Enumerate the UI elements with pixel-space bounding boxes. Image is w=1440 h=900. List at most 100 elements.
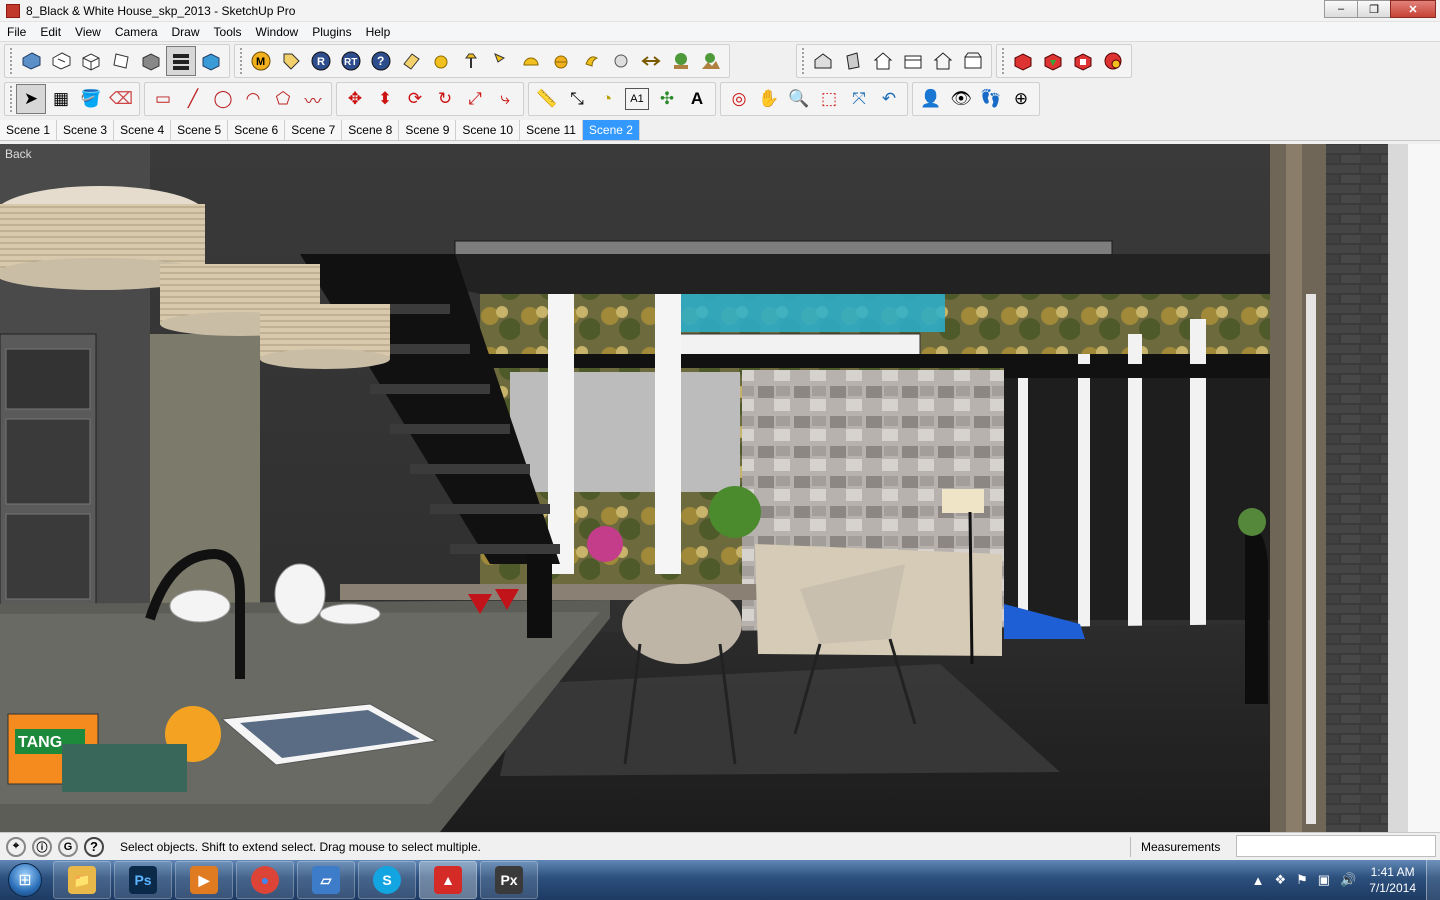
ruby-2-icon[interactable] <box>1038 46 1068 76</box>
toolbar-grip[interactable] <box>1002 48 1006 74</box>
maximize-button[interactable]: ❐ <box>1357 0 1391 18</box>
3d-text-tool-icon[interactable]: A <box>682 84 712 114</box>
toolbar-grip[interactable] <box>10 86 14 112</box>
polygon-tool-icon[interactable]: ⬠ <box>268 84 298 114</box>
pan-tool-icon[interactable]: ✋ <box>754 84 784 114</box>
house-iso-icon[interactable] <box>808 46 838 76</box>
toolbar-grip[interactable] <box>240 48 244 74</box>
house-outline-icon[interactable] <box>928 46 958 76</box>
top-view-icon[interactable] <box>106 46 136 76</box>
eraser-plugin-icon[interactable] <box>396 46 426 76</box>
taskbar-photoshop[interactable]: Ps <box>114 861 172 899</box>
sphere-icon[interactable] <box>426 46 456 76</box>
taskbar-file[interactable]: ▱ <box>297 861 355 899</box>
zoom-tool-icon[interactable]: 🔍 <box>784 84 814 114</box>
eraser-icon[interactable]: ⌫ <box>106 84 136 114</box>
scene-tab[interactable]: Scene 4 <box>114 120 172 140</box>
walk-tool-icon[interactable]: 👣 <box>976 84 1006 114</box>
help-icon[interactable]: ? <box>84 836 104 857</box>
house-back-icon[interactable] <box>958 46 988 76</box>
scene-tab[interactable]: Scene 8 <box>342 120 400 140</box>
r-plugin-icon[interactable]: R <box>306 46 336 76</box>
zoom-window-icon[interactable]: ⬚ <box>814 84 844 114</box>
model-viewport[interactable]: Back TANG <box>0 144 1440 832</box>
line-tool-icon[interactable]: ╱ <box>178 84 208 114</box>
position-camera-icon[interactable]: 👤 <box>916 84 946 114</box>
section-plane-icon[interactable]: ⊕ <box>1006 84 1036 114</box>
menu-tools[interactable]: Tools <box>207 25 249 39</box>
make-component-icon[interactable]: ▦ <box>46 84 76 114</box>
volume-icon[interactable]: 🔊 <box>1340 872 1356 888</box>
dropbox-icon[interactable]: ❖ <box>1274 872 1286 888</box>
front-view-icon[interactable] <box>136 46 166 76</box>
share-model-icon[interactable] <box>46 46 76 76</box>
house-top-icon[interactable] <box>898 46 928 76</box>
flag-icon[interactable]: ⚑ <box>1296 872 1308 888</box>
lamp-icon[interactable] <box>456 46 486 76</box>
arrows-icon[interactable] <box>636 46 666 76</box>
taskbar-chrome[interactable]: ● <box>236 861 294 899</box>
scene-tab[interactable]: Scene 3 <box>57 120 115 140</box>
menu-window[interactable]: Window <box>249 25 306 39</box>
text-tool-icon[interactable]: A1 <box>625 88 649 110</box>
select-tool-icon[interactable]: ➤ <box>16 84 46 114</box>
protractor-tool-icon[interactable]: ◔ <box>592 84 622 114</box>
rectangle-tool-icon[interactable]: ▭ <box>148 84 178 114</box>
house-side-icon[interactable] <box>838 46 868 76</box>
circle-tool-icon[interactable]: ◯ <box>208 84 238 114</box>
outliner-icon[interactable] <box>196 46 226 76</box>
taskbar-px[interactable]: Px <box>480 861 538 899</box>
menu-edit[interactable]: Edit <box>33 25 68 39</box>
arc-tool-icon[interactable]: ◠ <box>238 84 268 114</box>
scene-tab[interactable]: Scene 7 <box>285 120 343 140</box>
tape-measure-icon[interactable]: 📏 <box>532 84 562 114</box>
scene-tab[interactable]: Scene 11 <box>520 120 583 140</box>
moon-icon[interactable] <box>576 46 606 76</box>
start-button[interactable]: ⊞ <box>0 860 50 900</box>
toolbar-grip[interactable] <box>10 48 14 74</box>
taskbar-sketchup[interactable]: ▲ <box>419 861 477 899</box>
layers-icon[interactable] <box>166 46 196 76</box>
half-sphere-icon[interactable] <box>546 46 576 76</box>
spotlight-icon[interactable] <box>486 46 516 76</box>
offset-tool-icon[interactable]: ⤷ <box>490 84 520 114</box>
scene-tab-active[interactable]: Scene 2 <box>582 120 640 140</box>
toolbar-grip[interactable] <box>802 48 806 74</box>
tray-expand-icon[interactable]: ▲ <box>1252 873 1265 888</box>
scene-tab[interactable]: Scene 10 <box>456 120 521 140</box>
close-button[interactable]: ✕ <box>1390 0 1436 18</box>
iso-view-icon[interactable] <box>76 46 106 76</box>
taskbar-media-player[interactable]: ▶ <box>175 861 233 899</box>
taskbar-explorer[interactable]: 📁 <box>53 861 111 899</box>
help-plugin-icon[interactable]: ? <box>366 46 396 76</box>
menu-plugins[interactable]: Plugins <box>305 25 358 39</box>
signin-icon[interactable]: G <box>58 836 78 857</box>
scene-tab[interactable]: Scene 6 <box>228 120 286 140</box>
ruby-3-icon[interactable] <box>1068 46 1098 76</box>
push-pull-tool-icon[interactable]: ⬍ <box>370 84 400 114</box>
paint-bucket-icon[interactable]: 🪣 <box>76 84 106 114</box>
measurements-input[interactable] <box>1236 835 1436 857</box>
move-tool-icon[interactable]: ✥ <box>340 84 370 114</box>
house-front-icon[interactable] <box>868 46 898 76</box>
rt-plugin-icon[interactable]: RT <box>336 46 366 76</box>
zoom-extents-icon[interactable]: ⤧ <box>844 84 874 114</box>
get-models-icon[interactable] <box>16 46 46 76</box>
tree-icon[interactable] <box>666 46 696 76</box>
taskbar-skype[interactable]: S <box>358 861 416 899</box>
dimension-tool-icon[interactable]: ⤡ <box>562 84 592 114</box>
credits-icon[interactable]: ⓘ <box>32 836 52 857</box>
menu-help[interactable]: Help <box>359 25 398 39</box>
ruby-1-icon[interactable] <box>1008 46 1038 76</box>
geo-location-icon[interactable]: ⌖ <box>6 836 26 857</box>
scene-tab[interactable]: Scene 1 <box>0 120 58 140</box>
scale-tool-icon[interactable]: ⤢ <box>460 84 490 114</box>
menu-view[interactable]: View <box>68 25 108 39</box>
orbit-tool-icon[interactable]: ◎ <box>724 84 754 114</box>
network-icon[interactable]: ▣ <box>1318 872 1330 888</box>
show-desktop-button[interactable] <box>1426 860 1440 900</box>
ruby-4-icon[interactable] <box>1098 46 1128 76</box>
previous-view-icon[interactable]: ↶ <box>874 84 904 114</box>
dome-icon[interactable] <box>516 46 546 76</box>
orb-icon[interactable] <box>606 46 636 76</box>
